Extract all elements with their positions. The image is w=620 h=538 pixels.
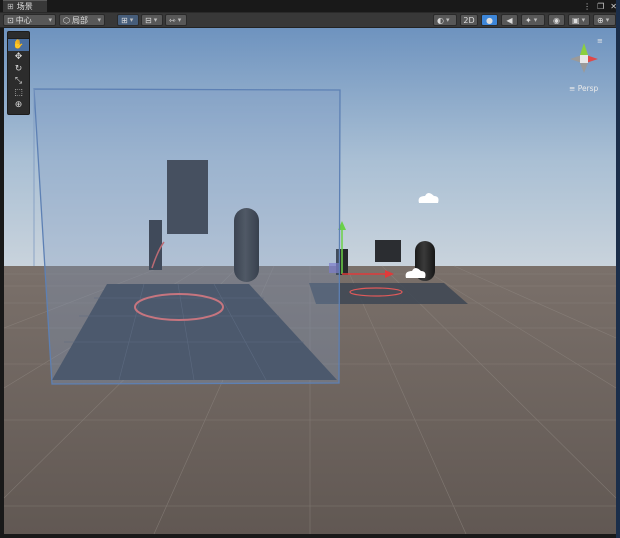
chevron-down-icon: ▾ [581,16,586,24]
hand-tool[interactable]: ✋ [8,39,29,51]
hidden-eye-icon: ◉ [553,15,560,25]
space-label: 局部 [71,15,88,25]
lighting-toggle[interactable]: ● [481,14,498,26]
speaker-icon: ◀ [506,15,513,25]
effects-button[interactable]: ✦ ▾ [521,14,545,26]
chevron-down-icon: ▾ [48,16,52,24]
gizmos-button[interactable]: ⊕ ▾ [593,14,616,26]
chevron-down-icon: ▾ [97,16,101,24]
camera-settings-button[interactable]: ▣ ▾ [568,14,590,26]
gizmo-negy-cone[interactable] [580,63,588,73]
scene-visibility-toggle[interactable]: ◉ [548,14,565,26]
palette-grip[interactable] [8,32,29,39]
shading-icon: ◐ [437,15,444,25]
gizmos-icon: ⊕ [597,15,604,25]
space-dropdown[interactable]: ⬡ 局部 ▾ [59,14,105,26]
projection-text: Persp [577,84,599,93]
toggle-2d-label: 2D [463,15,475,25]
move-tool[interactable]: ✥ [8,51,29,63]
axis-gizmo-icon: ≡ [570,37,603,73]
chevron-down-icon: ▾ [445,16,450,24]
grid-snap-button[interactable]: ⊞ ▾ [117,14,139,26]
scene-viewport[interactable] [4,28,616,534]
gizmo-y-cone[interactable] [580,43,588,55]
align-icon: ⇿ [169,15,176,25]
lightbulb-icon: ● [486,15,493,25]
chevron-down-icon: ▾ [533,16,538,24]
camera-icon: ▣ [572,15,580,25]
projection-label[interactable]: ≡ Persp [569,84,598,93]
restore-icon[interactable]: ❐ [597,2,604,11]
draw-mode-button[interactable]: ◐ ▾ [433,14,457,26]
transform-tool[interactable]: ⊕ [8,99,29,111]
scale-tool[interactable]: ⤡ [8,75,29,87]
grid-snap-icon: ⊞ [121,15,128,25]
cube-icon: ⬡ [63,15,70,25]
more-options-icon[interactable]: ⋮ [583,2,591,11]
bounds-volume [33,88,341,385]
far-cube [375,240,401,262]
scene-render [4,28,616,534]
effects-icon: ✦ [525,15,532,25]
rect-icon: ⬚ [14,88,23,98]
snap-increment-button[interactable]: ⊟ ▾ [141,14,163,26]
background-app-strip [616,0,620,538]
tab-scene-label: 场景 [16,2,33,11]
chevron-down-icon: ▾ [153,16,158,24]
chevron-down-icon: ▾ [177,16,182,24]
audio-toggle[interactable]: ◀ [501,14,518,26]
scale-icon: ⤡ [14,76,23,86]
projection-menu-icon: ≡ [569,84,576,93]
toggle-2d-button[interactable]: 2D [460,14,478,26]
rotate-tool[interactable]: ↻ [8,63,29,75]
rotate-icon: ↻ [14,64,23,74]
window-controls: ⋮ ❐ ✕ [583,0,617,12]
title-bar: ⊞ 场景 ⋮ ❐ ✕ [0,0,620,12]
pivot-label: 中心 [15,15,32,25]
pivot-dropdown[interactable]: ⊡ 中心 ▾ [3,14,56,26]
pivot-icon: ⊡ [7,15,14,25]
align-button[interactable]: ⇿ ▾ [165,14,187,26]
move-icon: ✥ [14,52,23,62]
snap-increment-icon: ⊟ [145,15,152,25]
svg-text:≡: ≡ [597,37,603,45]
chevron-down-icon: ▾ [605,16,610,24]
tool-palette: ✋ ✥ ↻ ⤡ ⬚ ⊕ [7,31,30,115]
chevron-down-icon: ▾ [129,16,134,24]
hand-icon: ✋ [12,40,25,50]
scene-toolbar: ⊡ 中心 ▾ ⬡ 局部 ▾ ⊞ ▾ ⊟ ▾ ⇿ ▾ ◐ ▾ 2D ● ◀ ✦ ▾… [0,12,620,28]
tab-scene[interactable]: ⊞ 场景 [3,0,47,12]
gizmo-center[interactable] [580,55,588,63]
rect-tool[interactable]: ⬚ [8,87,29,99]
transform-icon: ⊕ [14,100,23,110]
scene-window: ⊞ 场景 ⋮ ❐ ✕ ⊡ 中心 ▾ ⬡ 局部 ▾ ⊞ ▾ ⊟ ▾ ⇿ ▾ ◐ ▾… [0,0,620,538]
grid-icon: ⊞ [7,2,14,11]
